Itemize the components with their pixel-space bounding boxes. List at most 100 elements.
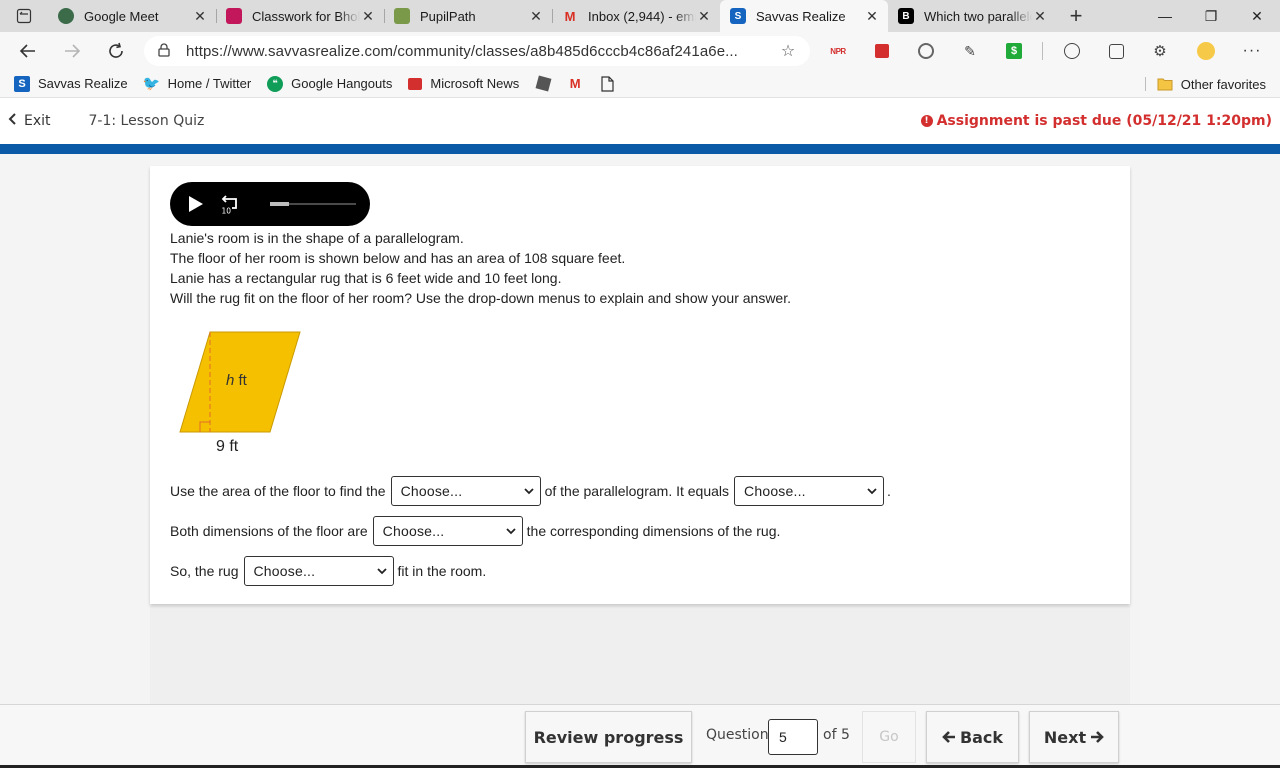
dimension-dropdown[interactable]: Choose... (390, 476, 541, 506)
answer-text: Both dimensions of the floor are (170, 523, 368, 539)
minimize-icon: — (1158, 8, 1172, 24)
profile-button[interactable] (1186, 32, 1226, 70)
close-icon[interactable]: ✕ (528, 8, 544, 25)
favorite-microsoft-news[interactable]: Microsoft News (408, 76, 519, 91)
next-button[interactable]: Next (1029, 711, 1119, 763)
play-icon[interactable] (186, 195, 204, 213)
settings-menu-button[interactable]: ··· (1232, 32, 1272, 70)
dropdown-value: Choose... (382, 523, 445, 539)
tab-gmail[interactable]: M Inbox (2,944) - emn ✕ (552, 0, 720, 32)
past-due-alert: ! Assignment is past due (05/12/21 1:20p… (920, 98, 1272, 144)
tab-strip: Google Meet ✕ Classwork for Bhola ✕ Pupi… (0, 0, 1280, 32)
favorites-bar: S Savvas Realize 🐦 Home / Twitter ❝ Goog… (0, 70, 1280, 98)
red-square-icon (875, 44, 889, 58)
tab-google-meet[interactable]: Google Meet ✕ (48, 0, 216, 32)
restore-button[interactable]: ❐ (1188, 0, 1234, 32)
fit-dropdown[interactable]: Choose... (243, 556, 394, 586)
lock-icon (158, 42, 174, 60)
add-favorite-icon[interactable]: ☆ (778, 41, 798, 61)
brainly-icon: B (898, 8, 914, 24)
google-meet-icon (58, 8, 74, 24)
fingerprint-extension-button[interactable] (906, 32, 946, 70)
favorite-twitter[interactable]: 🐦 Home / Twitter (143, 75, 251, 92)
npr-icon: NPR (830, 46, 846, 56)
red-extension-button[interactable] (862, 32, 902, 70)
refresh-icon (109, 42, 123, 58)
url-text[interactable]: https://www.savvasrealize.com/community/… (186, 43, 778, 60)
savvas-icon: S (730, 8, 746, 24)
tab-savvas-realize[interactable]: S Savvas Realize ✕ (720, 0, 888, 32)
question-line: Lanie has a rectangular rug that is 6 fe… (170, 270, 562, 286)
exit-button[interactable]: Exit (8, 113, 51, 129)
next-label: Next (1043, 727, 1087, 747)
tab-title: Google Meet (84, 8, 159, 24)
tab-classwork[interactable]: Classwork for Bhola ✕ (216, 0, 384, 32)
go-button[interactable]: Go (862, 711, 916, 763)
close-window-button[interactable]: ✕ (1234, 0, 1280, 32)
minimize-button[interactable]: — (1142, 0, 1188, 32)
question-text: Lanie's room is in the shape of a parall… (170, 228, 791, 308)
close-icon[interactable]: ✕ (696, 8, 712, 25)
tab-title: PupilPath (420, 8, 476, 24)
close-icon[interactable]: ✕ (360, 8, 376, 25)
tab-title: Classwork for Bhola (252, 8, 360, 24)
height-label: h ft (226, 372, 247, 389)
refresh-button[interactable] (94, 32, 138, 70)
tab-pupilpath[interactable]: PupilPath ✕ (384, 0, 552, 32)
favorite-label: Google Hangouts (291, 76, 393, 91)
back-nav-button[interactable] (6, 32, 50, 70)
forward-nav-button[interactable] (50, 32, 94, 70)
address-bar[interactable]: https://www.savvasrealize.com/community/… (144, 36, 810, 66)
favorite-hangouts[interactable]: ❝ Google Hangouts (267, 75, 393, 92)
question-number-input[interactable]: 5 (768, 719, 818, 755)
chevron-down-icon (523, 488, 534, 495)
question-navigation: Review progress Question 5 of 5 Go Back … (0, 704, 1280, 768)
new-tab-button[interactable]: + (1056, 0, 1096, 32)
other-favorites[interactable]: Other favorites (1144, 70, 1266, 98)
gmail-icon: M (569, 76, 581, 91)
audio-player: 10 (170, 182, 370, 226)
close-icon[interactable]: ✕ (1032, 8, 1048, 25)
rewind-10-icon[interactable]: 10 (218, 193, 240, 215)
tab-actions-button[interactable] (0, 0, 48, 32)
fingerprint-icon (918, 43, 934, 59)
answer-text: . (887, 483, 891, 499)
answer-row-2: Both dimensions of the floor are Choose.… (170, 516, 785, 546)
pin-extension-button[interactable]: ✎ (950, 32, 990, 70)
audio-progress (270, 202, 289, 206)
page-title: 7-1: Lesson Quiz (88, 113, 205, 129)
favorite-savvas-realize[interactable]: S Savvas Realize (14, 75, 128, 92)
tab-title: Savvas Realize (756, 8, 846, 24)
favorite-gmail[interactable]: M (567, 76, 583, 92)
savvas-icon: S (14, 75, 30, 92)
cash-extension-button[interactable]: $ (994, 32, 1034, 70)
favorite-label: Microsoft News (430, 76, 520, 91)
window-controls: — ❐ ✕ (1142, 0, 1280, 32)
favorite-roblox[interactable] (535, 75, 552, 92)
extensions-button[interactable]: ⚙ (1140, 32, 1180, 70)
comparison-dropdown[interactable]: Choose... (372, 516, 523, 546)
exclamation-icon: ! (920, 115, 933, 127)
header-accent-bar (0, 144, 1280, 154)
value-dropdown[interactable]: Choose... (734, 476, 885, 506)
tab-brainly[interactable]: B Which two parallelo ✕ (888, 0, 1056, 32)
back-button[interactable]: Back (926, 711, 1019, 763)
close-icon[interactable]: ✕ (192, 8, 208, 25)
folder-icon (1157, 76, 1173, 92)
question-line: Lanie's room is in the shape of a parall… (170, 230, 464, 246)
favorite-page[interactable] (599, 75, 615, 92)
question-total: of 5 (823, 727, 850, 743)
close-icon[interactable]: ✕ (864, 8, 880, 25)
npr-extension-button[interactable]: NPR (818, 32, 858, 70)
emoji-avatar-icon (1197, 42, 1215, 60)
past-due-text: Assignment is past due (05/12/21 1:20pm) (936, 113, 1272, 129)
dropdown-value: Choose... (744, 483, 806, 499)
tab-actions-icon (16, 8, 32, 24)
history-button[interactable] (1052, 32, 1092, 70)
review-progress-button[interactable]: Review progress (525, 711, 692, 763)
other-favorites-label: Other favorites (1180, 76, 1266, 92)
history-icon (1064, 43, 1080, 59)
base-label: 9 ft (216, 438, 239, 455)
answer-text: fit in the room. (397, 563, 487, 579)
collections-button[interactable] (1096, 32, 1136, 70)
